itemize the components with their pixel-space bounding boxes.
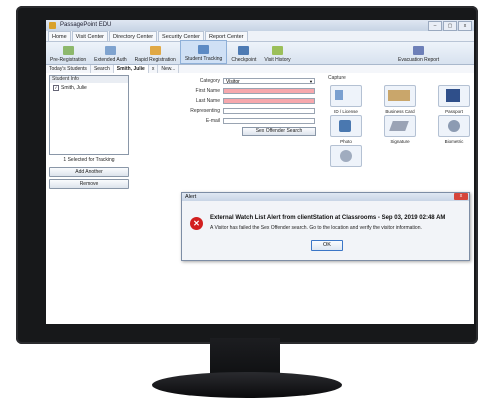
category-select[interactable]: Visitor ▼ <box>223 77 315 85</box>
last-name-input[interactable] <box>223 97 315 104</box>
last-name-label: Last Name <box>195 97 220 104</box>
extended-auth-button[interactable]: Extended Auth <box>90 42 131 64</box>
alert-heading: External Watch List Alert from clientSta… <box>210 215 446 221</box>
pre-registration-button[interactable]: Pre-Registration <box>46 42 90 64</box>
photo-icon <box>330 115 362 137</box>
first-name-row: First Name <box>156 87 315 94</box>
tab-home[interactable]: Home <box>48 31 71 41</box>
evacuation-report-icon <box>413 46 425 55</box>
representing-label: Representing <box>190 107 220 114</box>
checkpoint-button[interactable]: Checkpoint <box>227 42 260 64</box>
email-input[interactable] <box>223 117 315 124</box>
student-tracking-button[interactable]: Student Tracking <box>179 40 228 64</box>
error-icon: ✕ <box>190 217 203 230</box>
email-row: E-mail <box>156 117 315 124</box>
alert-close-button[interactable]: x <box>454 193 468 200</box>
visit-history-icon <box>272 46 284 55</box>
alert-title: Alert <box>185 194 197 200</box>
app-window: PassagePoint EDU – ▢ x Home Visit Center… <box>46 20 474 324</box>
first-name-label: First Name <box>195 87 220 94</box>
capture-business-card-label: Business Card <box>385 109 415 114</box>
sex-offender-search-button[interactable]: Sex Offender Search <box>242 127 316 136</box>
first-name-input[interactable] <box>223 87 315 94</box>
visit-history-button[interactable]: Visit History <box>260 42 294 64</box>
business-card-icon <box>384 85 416 107</box>
email-label: E-mail <box>205 117 220 124</box>
pre-registration-label: Pre-Registration <box>50 57 87 63</box>
extended-auth-label: Extended Auth <box>94 57 127 63</box>
minimize-button[interactable]: – <box>428 21 442 31</box>
student-checkbox[interactable]: ✓ <box>53 85 59 91</box>
remove-button[interactable]: Remove <box>49 179 129 189</box>
fingerprint-icon <box>330 145 362 167</box>
evacuation-report-label: Evacuation Report <box>398 57 440 63</box>
capture-business-card-button[interactable]: Business Card <box>384 85 416 114</box>
biometric-icon <box>438 115 470 137</box>
rapid-registration-button[interactable]: Rapid Registration <box>131 42 180 64</box>
chevron-down-icon: ▼ <box>309 78 313 84</box>
capture-signature-button[interactable]: Signature <box>384 115 416 144</box>
student-list-item[interactable]: ✓ Smith, Julie <box>50 85 128 91</box>
signature-icon <box>384 115 416 137</box>
close-button[interactable]: x <box>458 21 472 31</box>
title-bar: PassagePoint EDU – ▢ x <box>46 20 474 31</box>
representing-input[interactable] <box>223 107 315 114</box>
capture-title: Capture <box>328 75 346 81</box>
last-name-row: Last Name <box>156 97 315 104</box>
capture-biometric-button[interactable]: Biometric <box>438 115 470 144</box>
representing-row: Representing <box>156 107 315 114</box>
add-another-button[interactable]: Add Another <box>49 167 129 177</box>
rapid-registration-label: Rapid Registration <box>134 57 176 63</box>
tracking-status: 1 Selected for Tracking <box>63 157 115 163</box>
checkpoint-label: Checkpoint <box>231 57 257 63</box>
extended-auth-icon <box>104 46 116 55</box>
capture-panel: Capture ID / License Business Card Passp… <box>326 75 474 169</box>
category-label: Category <box>199 77 220 84</box>
student-name: Smith, Julie <box>61 85 87 91</box>
tab-visit-center[interactable]: Visit Center <box>71 31 108 41</box>
ribbon-toolbar: Pre-Registration Extended Auth Rapid Reg… <box>46 40 474 65</box>
capture-fingerprint-button[interactable] <box>330 145 362 167</box>
capture-id-license-label: ID / License <box>334 109 358 114</box>
evacuation-report-button[interactable]: Evacuation Report <box>394 42 443 64</box>
passport-icon <box>438 85 470 107</box>
menu-tabs: Home Visit Center Directory Center Secur… <box>46 31 474 42</box>
alert-dialog: Alert x ✕ External Watch List Alert from… <box>181 192 470 261</box>
pre-registration-icon <box>62 46 74 55</box>
category-row: Category Visitor ▼ <box>156 77 315 85</box>
student-info-title: Student Info <box>50 76 128 83</box>
checkpoint-icon <box>238 46 250 55</box>
capture-passport-label: Passport <box>445 109 463 114</box>
student-tracking-icon <box>198 45 210 54</box>
app-title: PassagePoint EDU <box>60 22 112 28</box>
capture-id-license-button[interactable]: ID / License <box>330 85 362 114</box>
capture-signature-label: Signature <box>390 139 410 144</box>
capture-biometric-label: Biometric <box>444 139 464 144</box>
maximize-button[interactable]: ▢ <box>443 21 457 31</box>
capture-photo-button[interactable]: Photo <box>330 115 362 144</box>
visit-history-label: Visit History <box>264 57 291 63</box>
app-logo-icon <box>49 22 56 29</box>
rapid-registration-icon <box>149 46 161 55</box>
monitor-stand <box>152 372 342 398</box>
category-value: Visitor <box>226 78 240 85</box>
student-info-panel: Student Info ✓ Smith, Julie <box>49 75 129 155</box>
monitor-bezel: PassagePoint EDU – ▢ x Home Visit Center… <box>16 6 478 344</box>
capture-photo-label: Photo <box>340 139 352 144</box>
tab-directory-center[interactable]: Directory Center <box>109 31 158 41</box>
alert-title-bar: Alert x <box>182 193 469 201</box>
student-tracking-label: Student Tracking <box>184 56 223 62</box>
capture-passport-button[interactable]: Passport <box>438 85 470 114</box>
monitor-screen: PassagePoint EDU – ▢ x Home Visit Center… <box>46 20 474 324</box>
alert-message: A Visitor has failed the Sex Offender se… <box>210 225 422 231</box>
id-license-icon <box>330 85 362 107</box>
alert-ok-button[interactable]: OK <box>311 240 343 251</box>
window-controls: – ▢ x <box>428 21 472 31</box>
